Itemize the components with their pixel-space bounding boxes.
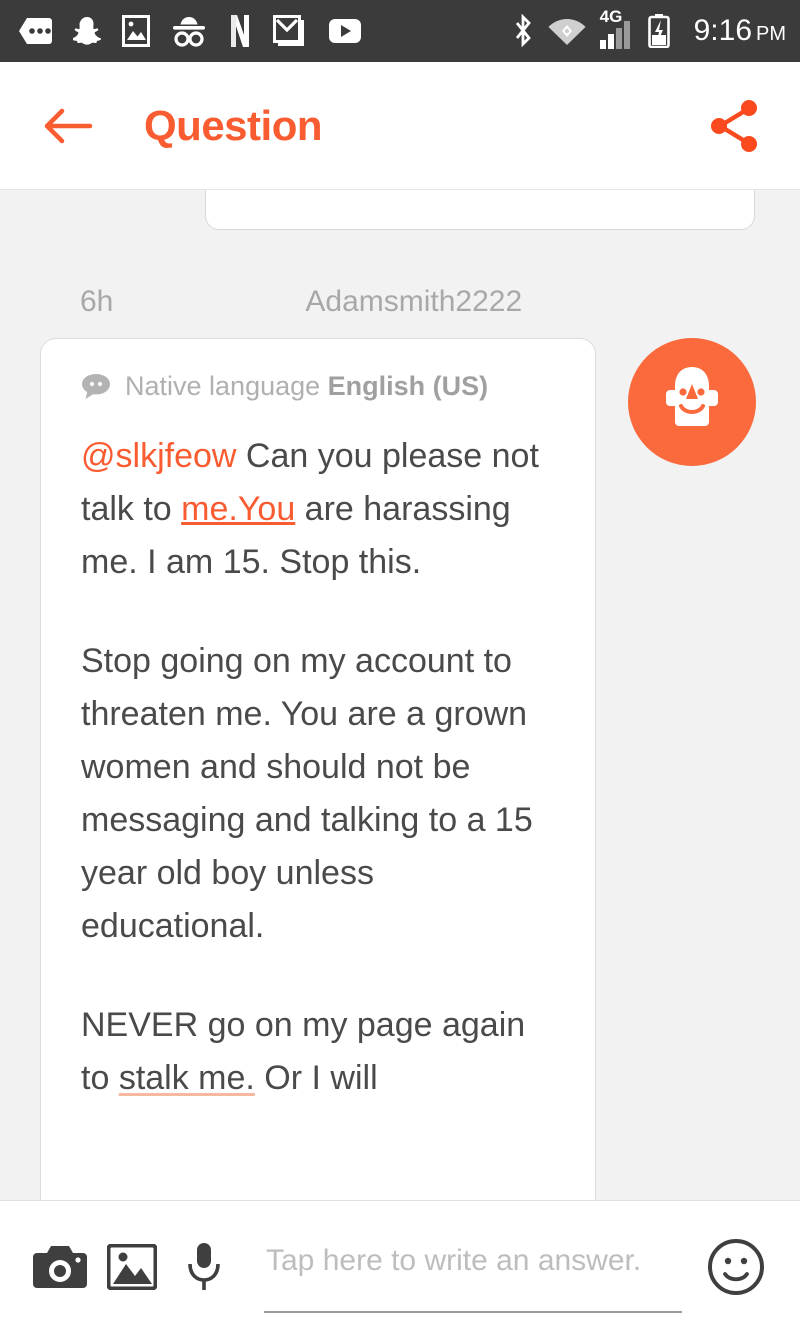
camera-button[interactable] (24, 1231, 96, 1303)
status-bar: 4G 9:16 PM (0, 0, 800, 62)
answer-body: @slkjfeow Can you please not talk to me.… (81, 430, 559, 1105)
mention-link[interactable]: @slkjfeow (81, 437, 236, 475)
page-title: Question (144, 101, 323, 149)
gallery-icon (107, 1244, 157, 1290)
clock-time: 9:16 (693, 14, 752, 47)
thread-scroll-area[interactable]: 6h Adamsmith2222 Native language English… (0, 190, 800, 1200)
battery-charging-icon (647, 14, 670, 48)
paragraph-3-part2: Or I will (254, 1059, 378, 1097)
answer-card[interactable]: Native language English (US) @slkjfeow C… (40, 338, 596, 1200)
emoji-button[interactable] (700, 1231, 772, 1303)
microphone-icon (188, 1243, 220, 1290)
native-language-value: English (US) (327, 371, 489, 401)
emoji-smiley-icon (708, 1239, 764, 1295)
netflix-icon (231, 15, 249, 47)
inline-link-stalk-me[interactable]: stalk me. (119, 1059, 255, 1097)
mobile-signal-4g-icon: 4G (599, 7, 634, 49)
clock-ampm: PM (756, 23, 786, 45)
status-system-icons: 4G 9:16 PM (512, 7, 786, 49)
back-arrow-icon (44, 108, 93, 143)
inline-link-me-you[interactable]: me.You (181, 490, 295, 528)
speech-bubble-icon (82, 373, 110, 399)
avatar[interactable] (628, 338, 756, 466)
native-language-label: Native language (125, 371, 321, 401)
answer-input-bar (0, 1200, 800, 1333)
back-button[interactable] (40, 98, 96, 154)
share-icon (711, 99, 757, 152)
microphone-button[interactable] (168, 1231, 240, 1303)
messages-icon (19, 18, 52, 44)
status-notification-icons (18, 14, 362, 48)
bluetooth-icon (515, 14, 531, 48)
status-clock: 9:16 PM (694, 14, 786, 48)
answer-paragraph-1: @slkjfeow Can you please not talk to me.… (81, 430, 559, 589)
snapchat-icon (73, 17, 101, 45)
previous-answer-card-partial[interactable] (205, 190, 755, 230)
answer-username[interactable]: Adamsmith2222 (305, 285, 522, 319)
photo-icon (122, 15, 150, 47)
answer-paragraph-2: Stop going on my account to threaten me.… (81, 642, 533, 945)
share-button[interactable] (704, 96, 764, 156)
camera-icon (33, 1246, 87, 1288)
default-user-avatar-icon (666, 367, 718, 426)
gmail-icon (273, 15, 304, 46)
gallery-button[interactable] (96, 1231, 168, 1303)
answer-paragraph-3: NEVER go on my page again to stalk me. O… (81, 999, 559, 1105)
answer-meta-row: 6h Adamsmith2222 (0, 285, 800, 319)
native-language-text: Native language English (US) (125, 371, 488, 402)
app-header: Question (0, 62, 800, 190)
answer-timestamp: 6h (80, 285, 114, 318)
native-language-row: Native language English (US) (81, 371, 559, 402)
youtube-icon (329, 19, 361, 43)
wifi-vpn-icon (548, 19, 586, 45)
network-type-label: 4G (599, 7, 623, 26)
incognito-icon (173, 17, 205, 47)
answer-input[interactable] (264, 1221, 682, 1313)
